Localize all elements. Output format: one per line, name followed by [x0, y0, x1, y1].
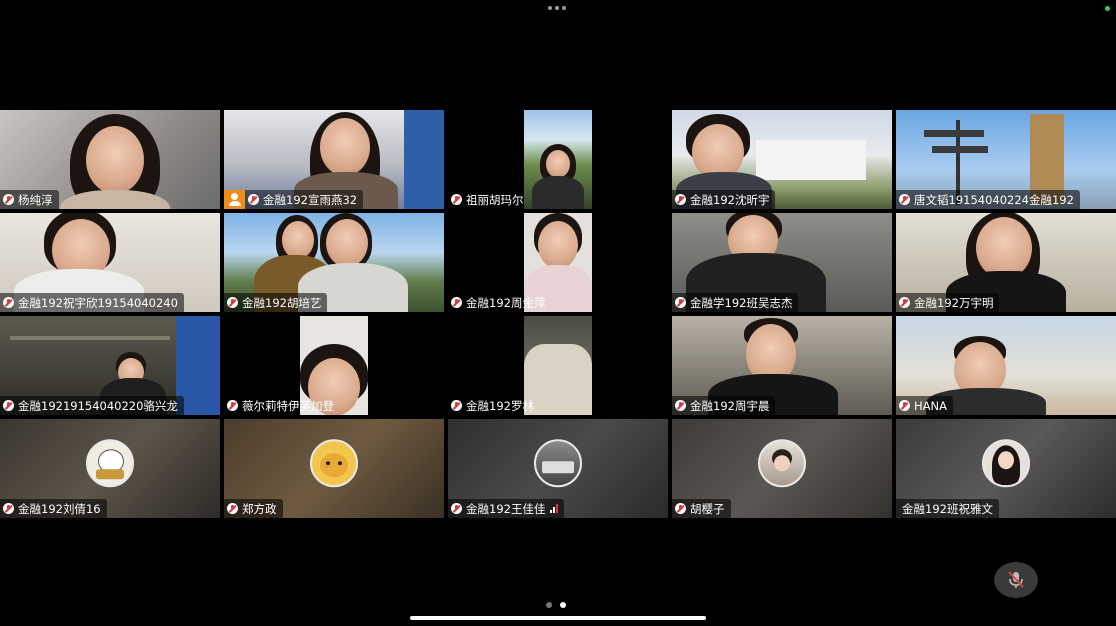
participant-tile[interactable]: 金融192罗林 — [448, 316, 668, 415]
participant-tile[interactable]: 金融192祝宇欣19154040240 — [0, 213, 220, 312]
muted-mic-icon — [227, 400, 238, 411]
page-indicator[interactable] — [546, 602, 566, 608]
participant-tile[interactable]: 金融学192班吴志杰 — [672, 213, 892, 312]
participant-name-tag: 金融192王佳佳 — [448, 499, 565, 518]
participant-name-tag: 金融192宣雨燕32 — [245, 190, 364, 209]
participant-name-tag: 金融192班祝雅文 — [896, 499, 999, 518]
participant-name-tag: HANA — [896, 396, 953, 415]
muted-mic-icon — [3, 400, 14, 411]
participant-tile[interactable]: 金融192刘倩16 — [0, 419, 220, 518]
participant-name-tag: 杨纯淳 — [0, 190, 59, 209]
page-dot[interactable] — [546, 602, 552, 608]
muted-mic-icon — [3, 297, 14, 308]
participant-name-tag: 金融192沈昕宇 — [672, 190, 776, 209]
muted-mic-icon — [451, 400, 462, 411]
participant-tile[interactable]: 金融19219154040220骆兴龙 — [0, 316, 220, 415]
participant-tile[interactable]: 薇尔莉特伊芙加登 — [224, 316, 444, 415]
recording-status-indicator — [1105, 6, 1110, 11]
muted-mic-icon — [899, 194, 910, 205]
muted-mic-icon — [451, 503, 462, 514]
participant-tile[interactable]: 金融192万宇明 — [896, 213, 1116, 312]
muted-mic-icon — [899, 400, 910, 411]
muted-mic-icon — [675, 503, 686, 514]
participant-tile[interactable]: 胡樱子 — [672, 419, 892, 518]
participant-name-tag: 金融192祝宇欣19154040240 — [0, 293, 184, 312]
microphone-muted-icon — [1008, 571, 1024, 588]
meeting-screen: 杨纯淳 金融192宣雨燕32 祖丽胡玛尔 金融192沈昕宇 唐文韬1915404… — [0, 0, 1116, 626]
participant-tile[interactable]: 金融192胡培艺 — [224, 213, 444, 312]
participant-name-tag: 金融19219154040220骆兴龙 — [0, 396, 184, 415]
participant-tile[interactable]: 金融192班祝雅文 — [896, 419, 1116, 518]
participant-name-tag: 金融192周金萍 — [448, 293, 551, 312]
participant-name-tag: 薇尔莉特伊芙加登 — [224, 396, 340, 415]
muted-mic-icon — [675, 400, 686, 411]
muted-mic-icon — [451, 297, 462, 308]
participant-tile[interactable]: 郑方政 — [224, 419, 444, 518]
bear-avatar — [310, 438, 358, 487]
participant-name-tag: 金融192刘倩16 — [0, 499, 107, 518]
participant-name-tag: 祖丽胡玛尔 — [448, 190, 530, 209]
photo-avatar — [982, 438, 1030, 487]
muted-mic-icon — [675, 297, 686, 308]
participant-tile[interactable]: 金融192王佳佳 — [448, 419, 668, 518]
home-indicator-bar[interactable] — [410, 616, 706, 620]
muted-mic-icon — [3, 503, 14, 514]
photo-avatar — [534, 438, 582, 487]
participant-tile[interactable]: 金融192周宇晨 — [672, 316, 892, 415]
participant-tile[interactable]: 唐文韬19154040224金融192 — [896, 110, 1116, 209]
participant-name-tag: 金融192万宇明 — [896, 293, 1000, 312]
participant-tile[interactable]: 祖丽胡玛尔 — [448, 110, 668, 209]
photo-avatar — [758, 438, 806, 487]
muted-mic-icon — [3, 194, 14, 205]
participant-tile[interactable]: 金融192沈昕宇 — [672, 110, 892, 209]
participant-tile[interactable]: 金融192宣雨燕32 — [224, 110, 444, 209]
participant-name-tag: 金融学192班吴志杰 — [672, 293, 799, 312]
participant-name-tag: 唐文韬19154040224金融192 — [896, 190, 1080, 209]
participant-name-tag: 金融192胡培艺 — [224, 293, 328, 312]
more-options-icon[interactable] — [548, 6, 566, 10]
participant-name-tag: 郑方政 — [224, 499, 283, 518]
muted-mic-icon — [227, 503, 238, 514]
signal-bars-icon — [550, 504, 559, 513]
participant-name-tag: 金融192周宇晨 — [672, 396, 776, 415]
participant-tile[interactable]: 金融192周金萍 — [448, 213, 668, 312]
muted-mic-icon — [248, 194, 259, 205]
muted-mic-icon — [675, 194, 686, 205]
mute-toggle-button[interactable] — [994, 562, 1038, 598]
page-dot-active[interactable] — [560, 602, 566, 608]
cartoon-avatar — [86, 438, 134, 487]
participant-tile[interactable]: HANA — [896, 316, 1116, 415]
host-badge-icon — [224, 190, 245, 209]
participant-name-tag: 胡樱子 — [672, 499, 731, 518]
muted-mic-icon — [227, 297, 238, 308]
participant-tile[interactable]: 杨纯淳 — [0, 110, 220, 209]
muted-mic-icon — [899, 297, 910, 308]
muted-mic-icon — [451, 194, 462, 205]
participant-name-tag: 金融192罗林 — [448, 396, 540, 415]
